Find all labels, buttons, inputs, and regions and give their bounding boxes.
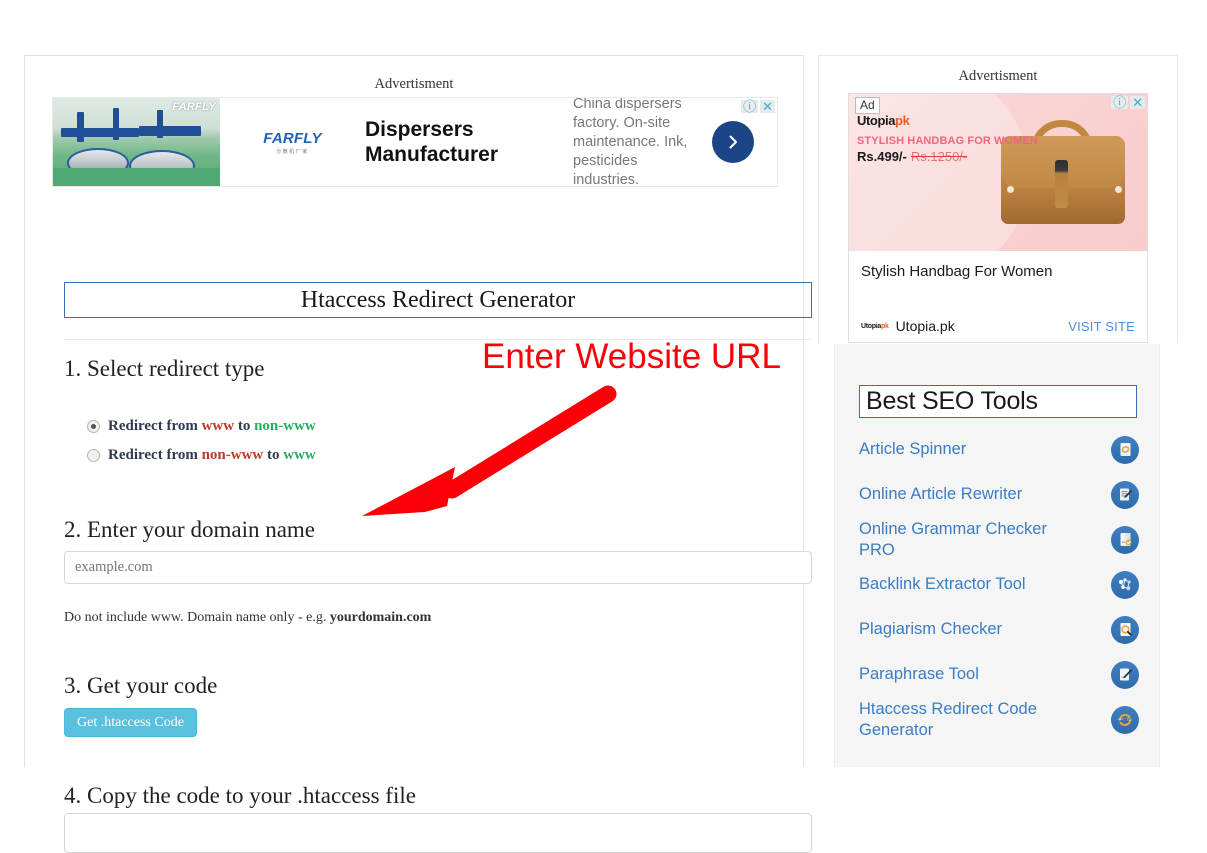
seo-tool-label: Online Grammar Checker PRO xyxy=(859,519,1047,559)
seo-tool-backlink-extractor-tool[interactable]: Backlink Extractor Tool xyxy=(859,562,1139,607)
plagiarism-checker-icon xyxy=(1111,615,1139,644)
utopia-mini-logo: Utopiapk xyxy=(861,322,889,330)
banner-ad-controls[interactable]: ⓘ ✕ xyxy=(741,100,775,113)
sidebar-ad-panel: Advertisment Ad Utopiapk STYLISH HANDBAG… xyxy=(818,55,1178,343)
utopia-advertisement[interactable]: Ad Utopiapk STYLISH HANDBAG FOR WOMEN Rs… xyxy=(848,93,1148,343)
page-title: Htaccess Redirect Generator xyxy=(64,282,812,318)
seo-tool-article-spinner[interactable]: Article Spinner xyxy=(859,427,1139,472)
advertisement-label-left: Advertisment xyxy=(374,76,454,92)
step4-heading: 4. Copy the code to your .htaccess file xyxy=(64,783,416,808)
radio-option-nonwww-to-www[interactable]: Redirect from non-www to www xyxy=(87,447,316,464)
step3-heading: 3. Get your code xyxy=(64,673,218,698)
seo-tools-title: Best SEO Tools xyxy=(859,385,1137,418)
banner-cta-button[interactable] xyxy=(689,121,777,163)
htaccess-redirect-icon: HTACCESS xyxy=(1111,705,1139,734)
article-spinner-icon xyxy=(1111,435,1139,464)
utopia-tagline: STYLISH HANDBAG FOR WOMEN xyxy=(857,135,1038,147)
paraphrase-tool-icon xyxy=(1111,660,1139,689)
radio-label-www-to-nonwww: Redirect from www to non-www xyxy=(108,418,316,434)
seo-tool-online-article-rewriter[interactable]: Online Article Rewriter xyxy=(859,472,1139,517)
utopia-price: Rs.499/- Rs.1250/- xyxy=(857,149,968,164)
visit-site-link[interactable]: VISIT SITE xyxy=(1068,319,1135,334)
radio-button-www-to-nonwww[interactable] xyxy=(87,420,100,433)
utopia-ad-footer: Utopiapk Utopia.pk VISIT SITE xyxy=(861,318,1135,334)
step1-heading: 1. Select redirect type xyxy=(64,356,265,381)
banner-headline: Dispersers Manufacturer xyxy=(365,118,499,166)
radio-option-www-to-nonwww[interactable]: Redirect from www to non-www xyxy=(87,418,316,435)
utopia-ad-body: Stylish Handbag For Women Utopiapk Utopi… xyxy=(849,251,1147,342)
farfly-photo-logo: FARFLY xyxy=(172,101,216,113)
step2-heading: 2. Enter your domain name xyxy=(64,517,316,542)
ad-close-icon[interactable]: ✕ xyxy=(1130,96,1145,109)
seo-tool-label: Article Spinner xyxy=(859,440,967,458)
divider-1 xyxy=(64,339,812,340)
svg-text:HTACCESS: HTACCESS xyxy=(1118,717,1132,721)
seo-tool-htaccess-redirect-code-generator[interactable]: Htaccess Redirect Code Generator HTACCES… xyxy=(859,697,1139,742)
ad-info-icon[interactable]: ⓘ xyxy=(741,100,759,113)
seo-tool-label: Online Article Rewriter xyxy=(859,485,1023,503)
banner-advertisement[interactable]: FARFLY FARFLY 分散机厂家 Dispersers Manufactu… xyxy=(52,97,778,187)
domain-name-input[interactable] xyxy=(64,551,812,584)
ad-close-icon[interactable]: ✕ xyxy=(760,100,775,113)
utopia-ad-creative: Ad Utopiapk STYLISH HANDBAG FOR WOMEN Rs… xyxy=(849,94,1147,251)
page-title-text: Htaccess Redirect Generator xyxy=(300,286,576,313)
article-rewriter-icon xyxy=(1111,480,1139,509)
seo-tool-plagiarism-checker[interactable]: Plagiarism Checker xyxy=(859,607,1139,652)
seo-tool-label: Plagiarism Checker xyxy=(859,620,1003,638)
get-htaccess-code-button[interactable]: Get .htaccess Code xyxy=(64,708,197,737)
seo-tool-label: Paraphrase Tool xyxy=(859,665,979,683)
utopia-ad-controls[interactable]: ⓘ ✕ xyxy=(1111,96,1145,109)
ad-info-icon[interactable]: ⓘ xyxy=(1111,96,1129,109)
utopia-ad-title: Stylish Handbag For Women xyxy=(861,263,1053,280)
chevron-right-icon xyxy=(712,121,754,163)
main-tool-panel: Advertisment FARFLY FARFLY 分散机厂家 Dispers… xyxy=(24,55,812,853)
seo-tool-online-grammar-checker-pro[interactable]: Online Grammar Checker PRO xyxy=(859,517,1139,562)
advertisement-label-right: Advertisment xyxy=(958,68,1038,84)
utopia-logo: Utopiapk xyxy=(857,113,910,128)
radio-button-nonwww-to-www[interactable] xyxy=(87,449,100,462)
utopia-advertiser-name: Utopia.pk xyxy=(895,318,955,334)
ad-badge: Ad xyxy=(855,97,880,114)
utopia-advertiser: Utopiapk Utopia.pk xyxy=(861,318,955,334)
domain-hint-text: Do not include www. Domain name only - e… xyxy=(64,610,432,625)
best-seo-tools-panel: Best SEO Tools Article Spinner Online Ar… xyxy=(834,344,1160,767)
htaccess-code-output[interactable] xyxy=(64,813,812,853)
seo-tool-label: Htaccess Redirect Code Generator xyxy=(859,699,1037,739)
seo-tool-label: Backlink Extractor Tool xyxy=(859,575,1026,593)
backlink-extractor-icon xyxy=(1111,570,1139,599)
grammar-checker-icon xyxy=(1111,525,1139,554)
banner-description: China dispersers factory. On-site mainte… xyxy=(573,97,688,187)
seo-tools-list: Article Spinner Online Article Rewriter … xyxy=(859,427,1139,742)
farfly-logo: FARFLY 分散机厂家 xyxy=(263,129,322,155)
seo-tools-title-text: Best SEO Tools xyxy=(866,387,1038,415)
radio-label-nonwww-to-www: Redirect from non-www to www xyxy=(108,447,316,463)
seo-tool-paraphrase-tool[interactable]: Paraphrase Tool xyxy=(859,652,1139,697)
farfly-product-photo: FARFLY xyxy=(53,98,220,186)
